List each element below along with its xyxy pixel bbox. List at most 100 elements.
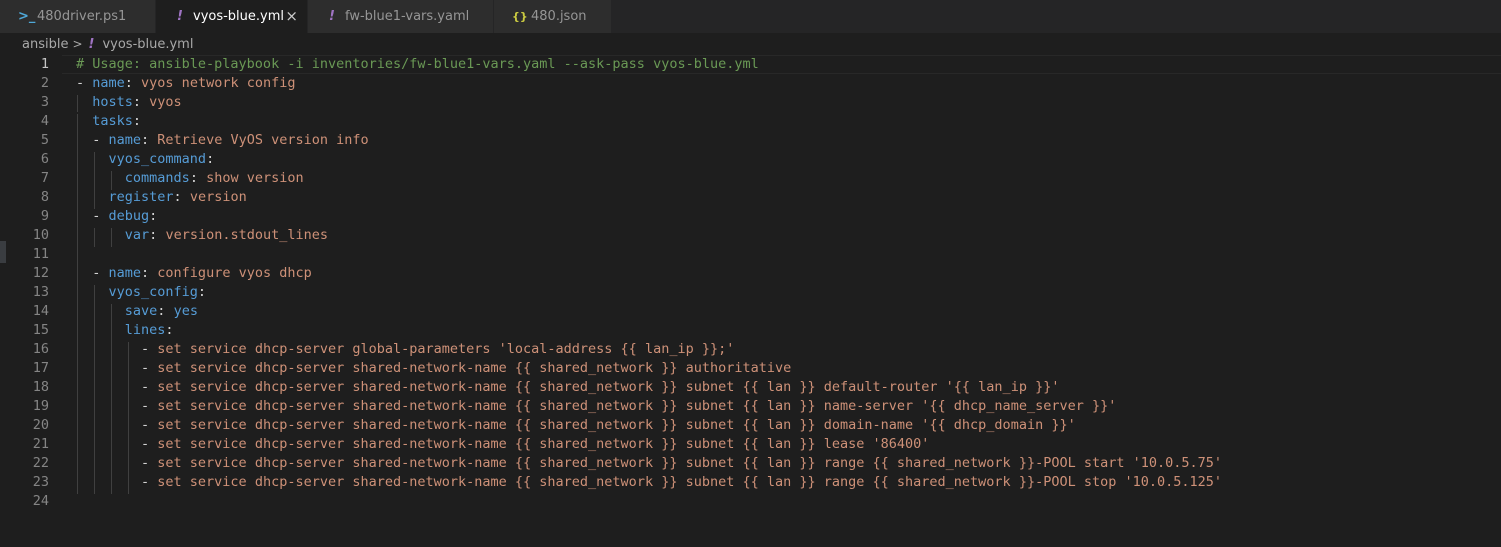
- code-token: name: [92, 75, 125, 91]
- code-token: commands: [124, 170, 190, 186]
- line-number: 9: [40, 208, 49, 224]
- tab-fw-blue1-vars[interactable]: ! fw-blue1-vars.yaml: [308, 0, 494, 33]
- line-number: 20: [32, 417, 49, 433]
- code-token: lines: [124, 322, 166, 338]
- code-line[interactable]: 20 - set service dhcp-server shared-netw…: [0, 416, 1501, 435]
- line-number: 3: [40, 94, 49, 110]
- line-number: 23: [32, 474, 49, 490]
- code-text: vyos_command:: [76, 150, 215, 169]
- code-token: version.stdout_lines: [165, 227, 328, 243]
- code-text: - name: vyos network config: [76, 74, 295, 93]
- code-line[interactable]: 23 - set service dhcp-server shared-netw…: [0, 473, 1501, 492]
- code-line[interactable]: 14 save: yes: [0, 302, 1501, 321]
- code-token: vyos_config: [108, 284, 198, 300]
- code-line[interactable]: 7 commands: show version: [0, 169, 1501, 188]
- code-token: -: [76, 360, 158, 376]
- yaml-icon: !: [329, 9, 335, 24]
- code-token: -: [76, 417, 158, 433]
- code-text: - set service dhcp-server shared-network…: [76, 416, 1076, 435]
- code-text: - set service dhcp-server shared-network…: [76, 359, 791, 378]
- code-token: set service dhcp-server shared-network-n…: [157, 379, 1060, 395]
- line-number: 8: [40, 189, 49, 205]
- code-token: var: [124, 227, 150, 243]
- code-text: - set service dhcp-server shared-network…: [76, 454, 1222, 473]
- code-line[interactable]: 18 - set service dhcp-server shared-netw…: [0, 378, 1501, 397]
- code-token: set service dhcp-server shared-network-n…: [157, 436, 930, 452]
- code-token: save: [124, 303, 158, 319]
- code-token: -: [76, 379, 158, 395]
- code-token: :: [189, 170, 207, 186]
- code-line[interactable]: 4 tasks:: [0, 112, 1501, 131]
- line-number: 14: [32, 303, 49, 319]
- code-text: hosts: vyos: [76, 93, 182, 112]
- code-text: - set service dhcp-server global-paramet…: [76, 340, 734, 359]
- line-number: 17: [32, 360, 49, 376]
- code-line[interactable]: 2 - name: vyos network config: [0, 74, 1501, 93]
- breadcrumb-folder[interactable]: ansible: [22, 37, 68, 52]
- tab-vyos-blue[interactable]: ! vyos-blue.yml ×: [156, 0, 308, 33]
- code-line[interactable]: 13 vyos_config:: [0, 283, 1501, 302]
- code-token: :: [141, 132, 158, 148]
- code-text: tasks:: [76, 112, 141, 131]
- code-token: debug: [108, 208, 150, 224]
- line-number: 22: [32, 455, 49, 471]
- code-line[interactable]: 6 vyos_command:: [0, 150, 1501, 169]
- code-token: :: [132, 94, 150, 110]
- code-line[interactable]: 5 - name: Retrieve VyOS version info: [0, 131, 1501, 150]
- code-token: vyos network config: [141, 75, 296, 91]
- code-line[interactable]: 3 hosts: vyos: [0, 93, 1501, 112]
- close-icon[interactable]: ×: [285, 8, 298, 24]
- code-token: vyos: [149, 94, 182, 110]
- code-text: - set service dhcp-server shared-network…: [76, 397, 1116, 416]
- code-token: :: [206, 151, 215, 167]
- tab-label: 480.json: [531, 9, 587, 24]
- code-token: set service dhcp-server shared-network-n…: [157, 474, 1223, 490]
- code-line[interactable]: 22 - set service dhcp-server shared-netw…: [0, 454, 1501, 473]
- code-line[interactable]: 8 register: version: [0, 188, 1501, 207]
- code-token: name: [108, 132, 142, 148]
- line-number: 24: [32, 493, 49, 509]
- code-line[interactable]: 16 - set service dhcp-server global-para…: [0, 340, 1501, 359]
- code-token: register: [108, 189, 174, 205]
- code-line[interactable]: 19 - set service dhcp-server shared-netw…: [0, 397, 1501, 416]
- code-line[interactable]: 24: [0, 492, 1501, 511]
- code-token: :: [132, 113, 142, 129]
- breadcrumb-file[interactable]: vyos-blue.yml: [102, 37, 193, 52]
- code-token: show version: [206, 170, 304, 186]
- code-token: Retrieve VyOS version info: [157, 132, 369, 148]
- chevron-right-icon: >: [72, 37, 83, 51]
- code-editor[interactable]: 1 # Usage: ansible-playbook -i inventorie…: [0, 55, 1501, 547]
- line-number: 2: [40, 75, 49, 91]
- tab-480driver[interactable]: >_ 480driver.ps1: [0, 0, 156, 33]
- code-token: :: [197, 284, 207, 300]
- indent-guide: [77, 95, 78, 112]
- code-line[interactable]: 11: [0, 245, 1501, 264]
- code-text: - name: Retrieve VyOS version info: [76, 131, 369, 150]
- code-text: var: version.stdout_lines: [76, 226, 328, 245]
- code-token: -: [76, 455, 158, 471]
- tab-480-json[interactable]: {} 480.json: [494, 0, 612, 33]
- code-token: :: [149, 208, 158, 224]
- code-line[interactable]: 9 - debug:: [0, 207, 1501, 226]
- code-line[interactable]: 12 - name: configure vyos dhcp: [0, 264, 1501, 283]
- json-icon: {}: [512, 10, 528, 23]
- code-token: hosts: [92, 94, 133, 110]
- code-line[interactable]: 10 var: version.stdout_lines: [0, 226, 1501, 245]
- breadcrumb: ansible > ! vyos-blue.yml: [22, 35, 193, 53]
- line-number: 1: [40, 56, 49, 72]
- line-number: 10: [32, 227, 49, 243]
- line-number: 16: [32, 341, 49, 357]
- code-token: -: [76, 341, 158, 357]
- code-line[interactable]: 15 lines:: [0, 321, 1501, 340]
- code-text: register: version: [76, 188, 247, 207]
- code-line[interactable]: 17 - set service dhcp-server shared-netw…: [0, 359, 1501, 378]
- line-number: 13: [32, 284, 49, 300]
- code-line[interactable]: 1 # Usage: ansible-playbook -i inventorie…: [0, 55, 1501, 74]
- code-line[interactable]: 21 - set service dhcp-server shared-netw…: [0, 435, 1501, 454]
- code-token: -: [76, 265, 109, 281]
